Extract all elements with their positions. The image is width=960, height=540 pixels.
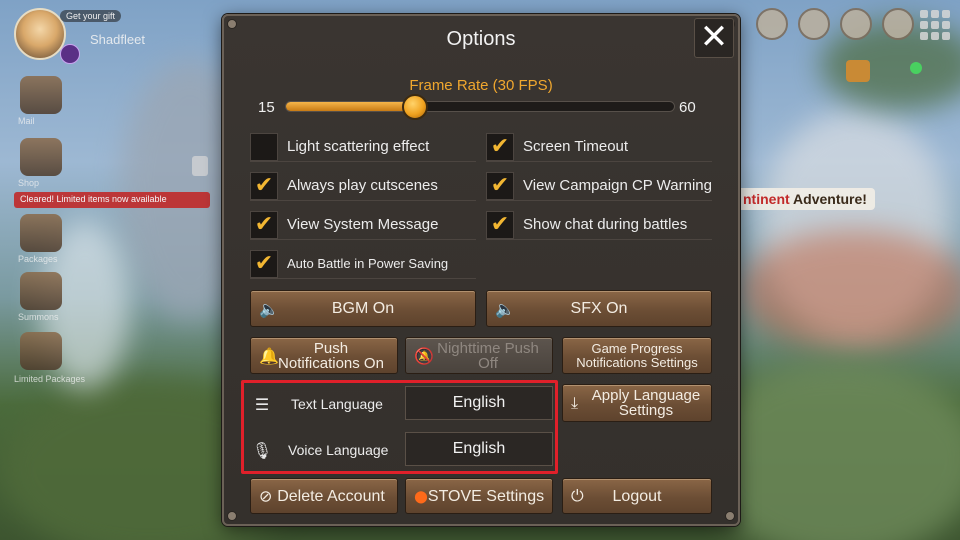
delete-account-label: Delete Account [277, 487, 385, 505]
power-icon: ⏻ [571, 486, 584, 505]
game-progress-label: Game Progress Notifications Settings [576, 340, 698, 370]
option-show-chat-during-battles[interactable]: ✔ Show chat during battles [486, 210, 712, 240]
option-screen-timeout[interactable]: ✔ Screen Timeout [486, 132, 712, 162]
option-label: Show chat during battles [523, 216, 688, 233]
bell-off-icon: 🔕 [414, 346, 434, 365]
flame-icon: ● [414, 486, 428, 506]
apply-language-settings-button[interactable]: ⤓ Apply Language Settings [562, 384, 712, 422]
option-label: Screen Timeout [523, 138, 629, 155]
player-name: Shadfleet [90, 32, 145, 47]
checkbox[interactable]: ✔ [486, 171, 514, 200]
logout-button[interactable]: ⏻ Logout [562, 478, 712, 514]
chat-icon[interactable] [882, 8, 914, 40]
slider-handle[interactable] [402, 94, 429, 120]
text-language-select[interactable]: English [405, 386, 553, 420]
checkbox[interactable]: ✔ [486, 210, 514, 239]
text-language-label: Text Language [291, 396, 383, 412]
text-language-icon: ☰ [254, 394, 270, 414]
summons-icon[interactable] [20, 272, 62, 310]
frame-rate-label: Frame Rate (30 FPS) [409, 77, 553, 94]
rank-badge-icon [60, 44, 80, 64]
checkbox[interactable]: ✔ [250, 171, 278, 200]
delete-account-button[interactable]: ⊘ Delete Account [250, 478, 398, 514]
option-always-play-cutscenes[interactable]: ✔ Always play cutscenes [250, 171, 476, 201]
menu-grid-icon[interactable] [920, 10, 950, 40]
left-hud: Get your gift Shadfleet Mail Shop Cleare… [10, 6, 210, 466]
push-notifications-label: Push Notifications On [278, 339, 384, 372]
voice-language-select[interactable]: English [405, 432, 553, 466]
speaker-icon: 🔈 [259, 299, 279, 318]
option-label: Auto Battle in Power Saving [287, 256, 449, 271]
checkbox[interactable] [250, 132, 278, 161]
stove-settings-button[interactable]: ● STOVE Settings [405, 478, 553, 514]
bgm-label: BGM On [331, 300, 395, 317]
checkbox[interactable]: ✔ [486, 132, 514, 161]
avatar[interactable] [14, 8, 66, 60]
option-label: Light scattering effect [287, 138, 430, 155]
apply-language-label: Apply Language Settings [591, 387, 701, 419]
options-dialog: Options ✕ Frame Rate (30 FPS) 15 60 Ligh… [222, 14, 740, 526]
event-icon[interactable] [756, 8, 788, 40]
option-label: View System Message [287, 216, 439, 233]
achievement-icon[interactable] [798, 8, 830, 40]
option-view-system-message[interactable]: ✔ View System Message [250, 210, 476, 240]
download-icon: ⤓ [571, 393, 579, 412]
option-label: View Campaign CP Warning [523, 177, 712, 194]
option-auto-battle-power-saving[interactable]: ✔ Auto Battle in Power Saving [250, 249, 476, 279]
guild-icon[interactable] [846, 60, 870, 82]
microphone-icon: 🎙 [251, 440, 273, 460]
option-label: Always play cutscenes [287, 177, 438, 194]
voice-language-label: Voice Language [288, 442, 389, 458]
slider-min-label: 15 [258, 99, 275, 116]
hud-label-shop: Shop [18, 178, 40, 188]
option-view-campaign-cp-warning[interactable]: ✔ View Campaign CP Warning [486, 171, 712, 201]
game-progress-notifications-button[interactable]: Game Progress Notifications Settings [562, 337, 712, 374]
push-notifications-button[interactable]: 🔔 Push Notifications On [250, 337, 398, 374]
top-right-hud [740, 0, 960, 120]
frame-rate-slider[interactable] [285, 94, 675, 120]
slider-fill [286, 102, 416, 111]
stove-settings-label: STOVE Settings [427, 487, 545, 505]
nighttime-push-button[interactable]: 🔕 Nighttime Push Off [405, 337, 553, 374]
sfx-toggle-button[interactable]: 🔈 SFX On [486, 290, 712, 327]
bgm-toggle-button[interactable]: 🔈 BGM On [250, 290, 476, 327]
hud-label-mail: Mail [18, 116, 35, 126]
mail-icon[interactable] [20, 76, 62, 114]
bell-icon: 🔔 [259, 346, 279, 365]
speaker-icon: 🔈 [495, 299, 515, 318]
logout-label: Logout [612, 487, 662, 505]
hud-label-limited: Limited Packages [14, 374, 86, 384]
nighttime-push-label: Nighttime Push Off [437, 339, 539, 372]
close-button[interactable]: ✕ [694, 18, 734, 58]
checkbox[interactable]: ✔ [250, 210, 278, 239]
sfx-label: SFX On [570, 300, 628, 317]
checkbox[interactable]: ✔ [250, 249, 278, 278]
gift-chip[interactable]: Get your gift [60, 10, 122, 22]
dialog-title: Options [446, 28, 516, 50]
delete-account-icon: ⊘ [259, 486, 273, 506]
online-status-icon [910, 62, 922, 74]
limited-items-banner[interactable]: Cleared! Limited items now available [14, 192, 210, 208]
option-light-scattering[interactable]: Light scattering effect [250, 132, 476, 162]
hud-label-summons: Summons [18, 312, 59, 322]
adventure-banner[interactable]: ntinent Adventure! [735, 188, 875, 210]
notice-icon[interactable] [840, 8, 872, 40]
packages-icon[interactable] [20, 214, 62, 252]
shop-icon[interactable] [20, 138, 62, 176]
lock-icon [192, 156, 208, 176]
limited-packages-icon[interactable] [20, 332, 62, 370]
slider-max-label: 60 [679, 99, 696, 116]
hud-label-packages: Packages [18, 254, 58, 264]
